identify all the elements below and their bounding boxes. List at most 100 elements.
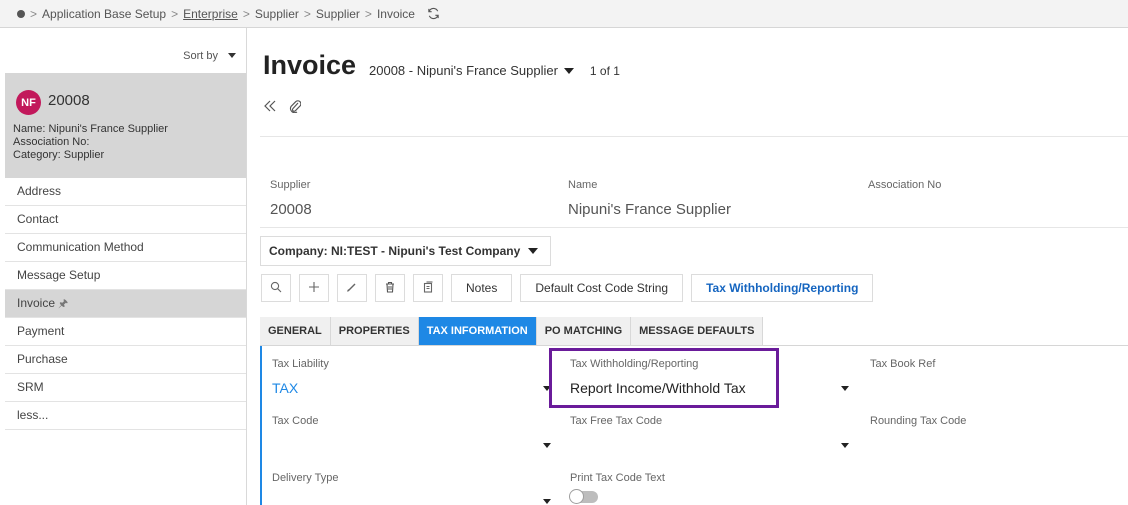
plus-icon [308,280,320,296]
notes-button-label: Notes [466,281,498,295]
tab-label: PO MATCHING [544,325,623,337]
sidebar-item-label: Address [17,184,62,198]
breadcrumb-separator: > [364,6,372,21]
default-cost-code-string-button[interactable]: Default Cost Code String [520,274,684,302]
company-selector-label: Company: NI:TEST - Nipuni's Test Company [269,244,521,258]
record-card-name: Name: Nipuni's France Supplier [13,123,168,135]
association-label: Association No [868,179,942,191]
record-card-category: Category: Supplier [13,149,105,161]
sidebar-item-srm[interactable]: SRM [5,374,246,402]
tax-liability-field[interactable]: TAX [272,380,298,396]
breadcrumb-supplier[interactable]: Supplier [255,7,299,21]
delivery-type-label: Delivery Type [272,472,339,484]
sidebar-item-label: Purchase [17,352,68,366]
tab-bar: GENERAL PROPERTIES TAX INFORMATION PO MA… [260,317,1128,346]
breadcrumb-separator: > [30,6,38,21]
sidebar-item-less[interactable]: less... [5,402,246,430]
pin-icon[interactable]: 🖈︎ [58,298,68,310]
tab-label: GENERAL [268,325,322,337]
breadcrumb-invoice[interactable]: Invoice [377,7,415,21]
record-card[interactable]: NF 20008 Name: Nipuni's France Supplier … [5,73,246,178]
avatar: NF [16,90,41,115]
tax-information-panel: Tax Liability TAX Tax Withholding/Report… [260,346,1128,505]
sidebar-item-label: Payment [17,324,65,338]
tax-withholding-reporting-field[interactable]: Report Income/Withhold Tax [570,380,746,396]
breadcrumb-application-base-setup[interactable]: Application Base Setup [42,7,166,21]
tab-label: PROPERTIES [338,325,410,337]
sidebar-item-label: Invoice [17,296,56,310]
record-count: 1 of 1 [589,63,620,78]
breadcrumb-separator: > [303,6,311,21]
pencil-icon [346,280,358,296]
search-icon [270,280,282,296]
breadcrumb-supplier-detail[interactable]: Supplier [316,7,360,21]
record-selector[interactable]: 20008 - Nipuni's France Supplier 1 of 1 [369,63,620,78]
chevron-down-icon [228,50,236,62]
breadcrumb-separator: > [242,6,250,21]
tax-withholding-reporting-label: Tax Withholding/Reporting [570,358,699,370]
tab-label: TAX INFORMATION [426,325,528,337]
name-value: Nipuni's France Supplier [568,201,731,218]
collapse-navigator-icon[interactable] [263,99,277,118]
tab-general[interactable]: GENERAL [260,317,331,345]
breadcrumb-enterprise[interactable]: Enterprise [183,7,238,21]
command-bar: Notes Default Cost Code String Tax Withh… [261,274,874,304]
tax-free-tax-code-label: Tax Free Tax Code [570,415,663,427]
tab-properties[interactable]: PROPERTIES [330,317,419,345]
record-card-association: Association No: [13,136,90,148]
breadcrumb-bar: > Application Base Setup > Enterprise > … [0,0,1128,28]
main-content: Invoice 20008 - Nipuni's France Supplier… [247,28,1128,505]
attachment-icon[interactable] [289,99,302,118]
sort-by-label: Sort by [183,50,218,62]
status-dot-icon [17,9,25,18]
record-summary: Supplier 20008 Name Nipuni's France Supp… [260,136,1128,228]
search-button[interactable] [261,274,291,302]
default-cost-code-string-label: Default Cost Code String [535,281,669,295]
refresh-icon[interactable] [427,7,440,20]
sidebar-item-communication-method[interactable]: Communication Method [5,234,246,262]
caret-down-icon [528,244,539,258]
sidebar-nav: Address Contact Communication Method Mes… [5,178,246,430]
page-title: Invoice [263,50,357,80]
tax-code-dropdown-icon[interactable] [543,443,551,448]
sidebar-item-message-setup[interactable]: Message Setup [5,262,246,290]
sidebar-item-address[interactable]: Address [5,178,246,206]
notes-button[interactable]: Notes [451,274,513,302]
tax-withholding-reporting-button[interactable]: Tax Withholding/Reporting [691,274,874,302]
sort-by-control[interactable]: Sort by [183,50,236,62]
duplicate-button[interactable] [413,274,443,302]
edit-button[interactable] [337,274,367,302]
page-tools [263,99,302,118]
name-label: Name [568,179,598,191]
tax-liability-label: Tax Liability [272,358,329,370]
record-card-id: 20008 [48,92,90,109]
sidebar-item-purchase[interactable]: Purchase [5,346,246,374]
company-selector[interactable]: Company: NI:TEST - Nipuni's Test Company [260,236,551,266]
sidebar-item-label: Contact [17,212,59,226]
sidebar-item-label: Message Setup [17,268,101,282]
print-tax-code-text-toggle[interactable] [569,489,598,504]
tax-withholding-reporting-dropdown-icon[interactable] [841,386,849,391]
sidebar-item-contact[interactable]: Contact [5,206,246,234]
caret-down-icon [563,63,574,78]
supplier-label: Supplier [270,179,311,191]
tax-code-label: Tax Code [272,415,319,427]
tax-free-tax-code-dropdown-icon[interactable] [841,443,849,448]
breadcrumb-separator: > [171,6,179,21]
sidebar-item-invoice[interactable]: Invoice 🖈︎ [5,290,246,318]
add-button[interactable] [299,274,329,302]
supplier-value: 20008 [270,201,312,218]
trash-icon [384,280,396,296]
tab-tax-information[interactable]: TAX INFORMATION [418,317,537,345]
print-tax-code-text-label: Print Tax Code Text [570,472,665,484]
tab-message-defaults[interactable]: MESSAGE DEFAULTS [631,317,764,345]
sidebar-item-label: Communication Method [17,240,144,254]
tab-po-matching[interactable]: PO MATCHING [536,317,632,345]
sidebar-item-payment[interactable]: Payment [5,318,246,346]
delivery-type-dropdown-icon[interactable] [543,499,551,504]
tab-label: MESSAGE DEFAULTS [639,325,755,337]
sidebar-item-label: less... [17,408,49,422]
tax-book-ref-label: Tax Book Ref [870,358,936,370]
delete-button[interactable] [375,274,405,302]
rounding-tax-code-label: Rounding Tax Code [870,415,967,427]
